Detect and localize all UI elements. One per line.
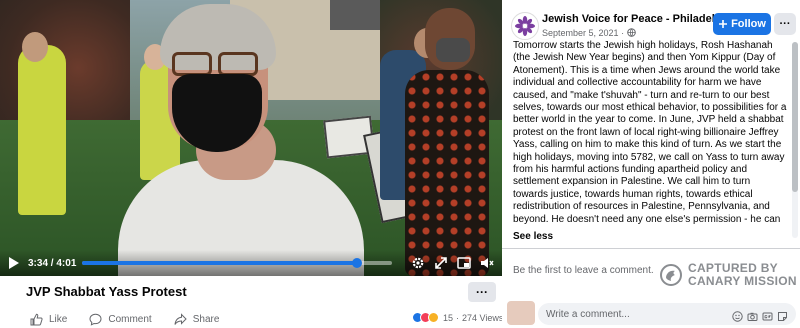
see-less-link[interactable]: See less: [513, 231, 553, 242]
progress-fill: [82, 261, 358, 265]
video-player[interactable]: 3:34 / 4:01: [0, 0, 502, 276]
comment-tools: [732, 309, 788, 322]
canary-mission-logo-icon: [660, 264, 682, 286]
emoji-icon[interactable]: [732, 309, 743, 322]
jvp-logo-icon: [515, 16, 535, 36]
page-name-link[interactable]: Jewish Voice for Peace - Philadelphia: [542, 13, 737, 25]
comment-icon: [89, 313, 102, 326]
share-button[interactable]: Share: [174, 313, 220, 326]
video-progress-bar[interactable]: [82, 258, 392, 268]
view-count: 274 Views: [462, 312, 504, 323]
post-body-text: Tomorrow starts the Jewish high holidays…: [513, 40, 787, 225]
reactions-summary[interactable]: 15 · 274 Views: [412, 312, 503, 323]
duration: 4:01: [56, 257, 77, 269]
date-separator: ·: [621, 28, 625, 38]
views-separator: ·: [456, 312, 460, 323]
follow-label: Follow: [731, 18, 766, 30]
video-frame: [0, 0, 502, 276]
comment-box[interactable]: [538, 303, 796, 325]
canary-mission-watermark: CAPTURED BY CANARY MISSION: [660, 262, 797, 288]
post-more-button[interactable]: ···: [468, 282, 496, 302]
scrollbar-thumb[interactable]: [792, 42, 798, 192]
post-actions: Like Comment Share: [30, 313, 241, 326]
share-label: Share: [192, 314, 220, 325]
follow-button[interactable]: Follow: [713, 13, 771, 35]
current-time: 3:34: [28, 257, 49, 269]
gif-icon[interactable]: [762, 309, 773, 320]
settings-icon[interactable]: [411, 256, 425, 270]
empty-comments-text: Be the first to leave a comment.: [513, 265, 654, 276]
panel-more-button[interactable]: ···: [774, 13, 796, 35]
video-time: 3:34 / 4:01: [28, 257, 77, 269]
post-date-text: September 5, 2021: [542, 28, 619, 38]
commenter-avatar: [507, 301, 535, 325]
volume-muted-icon[interactable]: [480, 256, 494, 270]
reaction-count: 15: [443, 312, 454, 323]
post-date[interactable]: September 5, 2021 ·: [542, 28, 636, 38]
globe-icon: [626, 28, 636, 37]
follow-icon: [719, 20, 728, 28]
care-reaction-icon: [428, 312, 439, 323]
watermark-line-2: CANARY MISSION: [688, 274, 797, 288]
divider: [502, 248, 800, 249]
share-icon: [174, 313, 187, 325]
expand-icon[interactable]: [434, 256, 448, 270]
video-controls: 3:34 / 4:01: [0, 250, 502, 276]
picture-in-picture-icon[interactable]: [457, 256, 471, 270]
sticker-icon[interactable]: [777, 309, 788, 321]
watermark-text: CAPTURED BY CANARY MISSION: [688, 262, 797, 288]
camera-icon[interactable]: [747, 309, 758, 321]
page-avatar[interactable]: [511, 12, 539, 40]
facebook-video-post: 3:34 / 4:01 JVP Shabbat Yass Protest ···: [0, 0, 800, 328]
like-label: Like: [49, 314, 68, 325]
progress-knob[interactable]: [352, 258, 363, 268]
play-icon[interactable]: [8, 256, 20, 270]
like-button[interactable]: Like: [30, 313, 67, 326]
post-title: JVP Shabbat Yass Protest: [26, 284, 187, 299]
thumbs-up-icon: [30, 313, 43, 326]
comment-label: Comment: [108, 314, 152, 325]
comment-button[interactable]: Comment: [89, 313, 152, 326]
panel-scrollbar[interactable]: [792, 42, 798, 238]
post-details-panel: Jewish Voice for Peace - Philadelphia Se…: [502, 0, 800, 328]
comment-input[interactable]: [546, 308, 732, 320]
